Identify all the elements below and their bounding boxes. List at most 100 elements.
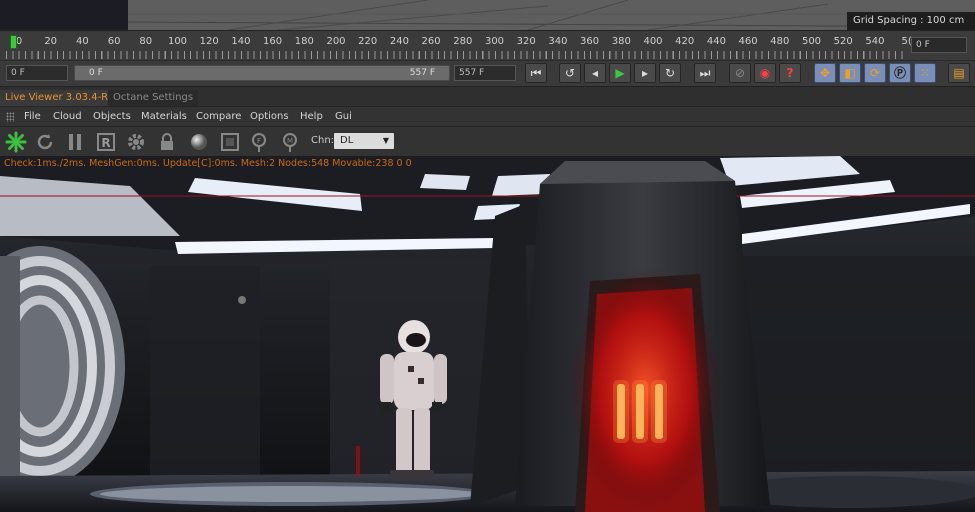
chevron-down-icon: ▼ <box>382 136 389 145</box>
ruler-tick-label: 240 <box>389 36 409 47</box>
ruler-tick-label: 400 <box>643 36 663 47</box>
svg-text:M: M <box>287 137 293 145</box>
ruler-tick-label: 520 <box>833 36 853 47</box>
gear-icon[interactable] <box>125 131 147 153</box>
ruler-tick-label: 360 <box>580 36 600 47</box>
render-viewport[interactable] <box>0 156 975 512</box>
range-end-label: 557 F <box>409 68 435 78</box>
channel-value: DL <box>340 135 354 146</box>
scale-key-button[interactable]: ◧ <box>839 63 861 83</box>
rotation-key-button[interactable]: ⟳ <box>864 63 886 83</box>
parameter-p-icon: Ⓟ <box>893 66 906 80</box>
previous-key-button[interactable]: ↺ <box>559 63 581 83</box>
question-key-icon: ? <box>786 66 794 80</box>
next-frame-icon: ▸ <box>641 66 649 80</box>
playhead-handle[interactable] <box>10 35 17 49</box>
ruler[interactable]: 0 20 40 60 80 100 120 140 160 180 200 220 240 260 280 3… <box>6 31 912 61</box>
timeline-ruler[interactable]: 0 20 40 60 80 100 120 140 160 180 200 220 240 260 280 3… <box>0 30 975 60</box>
move-arrows-icon: ✥ <box>819 66 831 80</box>
current-frame-field[interactable]: 0 F <box>911 37 967 53</box>
frame-range-slider[interactable]: 0 F 557 F <box>74 65 450 81</box>
pick-material-icon[interactable]: M <box>279 131 301 153</box>
ruler-tick-label: 60 <box>107 36 121 47</box>
ruler-tick-label: 460 <box>738 36 758 47</box>
position-key-button[interactable]: ✥ <box>814 63 836 83</box>
viewport-wireframe <box>128 0 848 30</box>
material-ball-icon[interactable] <box>188 131 210 153</box>
parameter-key-button[interactable]: Ⓟ <box>889 63 911 83</box>
end-frame-field[interactable]: 557 F <box>454 65 516 81</box>
menu-help[interactable]: Help <box>300 110 323 124</box>
menu-materials[interactable]: Materials <box>141 110 187 124</box>
next-key-icon: ↻ <box>664 66 676 80</box>
previous-frame-button[interactable]: ◂ <box>584 63 606 83</box>
menu-options[interactable]: Options <box>250 110 289 124</box>
keyframe-selection-button[interactable]: ? <box>779 63 801 83</box>
lock-icon[interactable] <box>156 131 178 153</box>
menu-grip-icon[interactable] <box>6 112 14 122</box>
region-render-icon[interactable]: R <box>95 131 117 153</box>
ruler-tick-label: 440 <box>706 36 726 47</box>
ruler-tick-label: 120 <box>199 36 219 47</box>
menu-cloud[interactable]: Cloud <box>53 110 82 124</box>
ruler-tick-label: 300 <box>484 36 505 47</box>
render-image <box>0 156 975 512</box>
ruler-tick-label: 320 <box>516 36 536 47</box>
ruler-tick-label: 180 <box>294 36 314 47</box>
tab-live-viewer[interactable]: Live Viewer 3.03.4-R3 <box>0 90 120 106</box>
svg-text:F: F <box>257 137 261 145</box>
play-icon: ▶ <box>615 66 625 80</box>
timeline-window-button[interactable]: ▤ <box>948 63 970 83</box>
ruler-tick-label: 340 <box>548 36 568 47</box>
ruler-ticks <box>6 51 906 59</box>
central-pillar <box>470 161 770 512</box>
clay-mode-icon[interactable] <box>219 131 241 153</box>
scale-box-icon: ◧ <box>844 66 856 80</box>
ruler-tick-label: 380 <box>611 36 631 47</box>
grid-spacing-label: Grid Spacing : 100 cm <box>847 12 975 30</box>
channel-label: Chn: <box>311 135 335 146</box>
svg-text:R: R <box>101 136 110 150</box>
rotate-icon: ⟳ <box>869 66 881 80</box>
go-to-start-button[interactable]: ⏮ <box>525 63 547 83</box>
viewport-dark-panel <box>0 0 128 30</box>
autokey-button[interactable]: ◉ <box>754 63 776 83</box>
menu-compare[interactable]: Compare <box>196 110 241 124</box>
menu-gui[interactable]: Gui <box>335 110 352 124</box>
range-start-label: 0 F <box>89 68 103 78</box>
next-frame-button[interactable]: ▸ <box>634 63 656 83</box>
go-to-end-button[interactable]: ⏭ <box>694 63 716 83</box>
play-button[interactable]: ▶ <box>609 63 631 83</box>
start-frame-field[interactable]: 0 F <box>6 65 68 81</box>
tab-octane-settings[interactable]: Octane Settings <box>108 90 199 106</box>
panel-tabs: Live Viewer 3.03.4-R3 Octane Settings <box>0 86 975 106</box>
no-record-icon: ⊘ <box>734 66 746 80</box>
render-status-text: Check:1ms./2ms. MeshGen:0ms. Update[C]:0… <box>4 158 412 169</box>
ruler-tick-label: 420 <box>675 36 695 47</box>
record-disabled-button[interactable]: ⊘ <box>729 63 751 83</box>
next-key-button[interactable]: ↻ <box>659 63 681 83</box>
record-key-icon: ◉ <box>759 66 771 80</box>
live-viewer-menubar: File Cloud Objects Materials Compare Opt… <box>0 106 975 126</box>
pick-focus-icon[interactable]: F <box>248 131 270 153</box>
grid-dots-icon: ⁙ <box>919 66 931 80</box>
ruler-tick-label: 540 <box>865 36 885 47</box>
live-viewer-toolbar: R F M Chn: DL ▼ <box>0 126 975 156</box>
octane-logo-icon[interactable] <box>5 131 27 153</box>
go-to-end-icon: ⏭ <box>699 66 711 80</box>
menu-file[interactable]: File <box>24 110 41 124</box>
ruler-tick-label: 40 <box>76 36 89 47</box>
menu-objects[interactable]: Objects <box>93 110 131 124</box>
refresh-icon[interactable] <box>34 131 56 153</box>
ruler-tick-label: 200 <box>326 36 346 47</box>
point-level-button[interactable]: ⁙ <box>914 63 936 83</box>
previous-key-icon: ↺ <box>564 66 576 80</box>
pause-icon[interactable] <box>64 131 86 153</box>
ruler-tick-label: 220 <box>358 36 378 47</box>
ruler-tick-label: 20 <box>44 36 58 47</box>
ruler-tick-label: 80 <box>139 36 153 47</box>
ruler-tick-label: 140 <box>231 36 251 47</box>
top-viewport[interactable]: Grid Spacing : 100 cm <box>0 0 975 30</box>
previous-frame-icon: ◂ <box>591 66 599 80</box>
channel-select[interactable]: DL ▼ <box>334 133 394 149</box>
